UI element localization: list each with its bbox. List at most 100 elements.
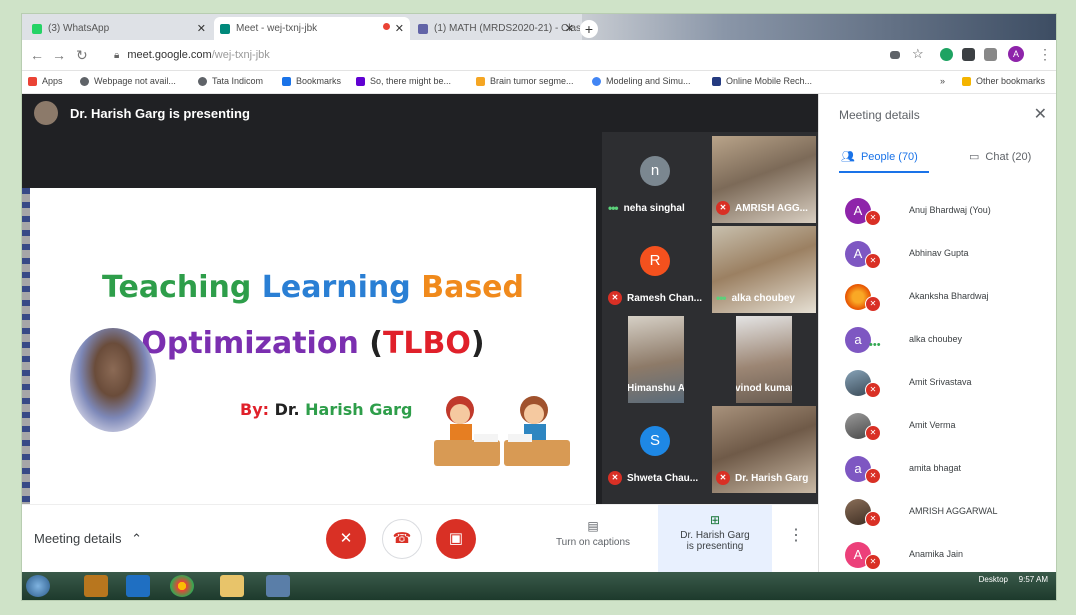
participant-tiles: n ••• neha singhal ✕ AMRISH AGG... R ✕ Rame… bbox=[602, 132, 818, 504]
reload-icon[interactable]: ↻ bbox=[76, 47, 88, 64]
tab-chat[interactable]: ▭ Chat (20) bbox=[969, 150, 1031, 164]
mic-off-icon: ✕ bbox=[608, 291, 622, 305]
slide-author: By: Dr. Harish Garg bbox=[240, 400, 413, 419]
back-icon[interactable]: ← bbox=[30, 47, 44, 63]
participant-tile[interactable]: ✕ Dr. Harish Garg bbox=[712, 406, 816, 493]
mic-off-icon: ✕ bbox=[865, 296, 881, 312]
mic-off-icon: ✕ bbox=[865, 511, 881, 527]
google-icon bbox=[592, 76, 601, 86]
other-bookmarks[interactable]: Other bookmarks bbox=[962, 76, 1045, 86]
leave-call-button[interactable]: ☎ bbox=[382, 519, 422, 559]
kids-reading-illustration bbox=[434, 396, 570, 466]
mic-off-icon: ✕ bbox=[865, 468, 881, 484]
lock-icon: 🔒︎ bbox=[114, 49, 120, 61]
winrar-icon[interactable] bbox=[84, 575, 108, 597]
chrome-icon[interactable] bbox=[170, 575, 194, 597]
camera-icon[interactable] bbox=[890, 51, 900, 59]
mic-off-icon: ✕ bbox=[716, 471, 730, 485]
participant-tile[interactable]: ✕vinod kumar bbox=[736, 316, 792, 403]
participant-tile[interactable]: ••• alka choubey bbox=[712, 226, 816, 313]
tab-math-class[interactable]: (1) MATH (MRDS2020-21) - Clas ✕ bbox=[412, 17, 580, 40]
mic-off-icon: ✕ bbox=[865, 210, 881, 226]
list-item[interactable]: ✕ Amit Srivastava bbox=[845, 366, 1055, 402]
list-item[interactable]: ✕ Akanksha Bhardwaj bbox=[845, 280, 1055, 316]
camera-toggle-button[interactable]: ▣ bbox=[436, 519, 476, 559]
bookmark-item[interactable]: Tata Indicom bbox=[198, 76, 263, 86]
participant-tile[interactable]: ✕Himanshu Ag... bbox=[628, 316, 684, 403]
bookmark-item[interactable]: Bookmarks bbox=[282, 76, 341, 86]
mic-off-icon: ✕ bbox=[865, 253, 881, 269]
slide-title-line1: Teaching Learning Based bbox=[102, 270, 524, 305]
list-item[interactable]: ✕ Amit Verma bbox=[845, 409, 1055, 445]
participant-tile[interactable]: R ✕ Ramesh Chan... bbox=[604, 226, 708, 313]
participant-avatar: S bbox=[640, 426, 670, 456]
globe-icon bbox=[198, 76, 207, 86]
paypal-icon bbox=[712, 76, 721, 86]
page-icon bbox=[476, 76, 485, 86]
tab-people[interactable]: 👥︎ People (70) bbox=[841, 150, 918, 164]
camera-off-icon: ▣ bbox=[448, 530, 464, 547]
list-item[interactable]: A ✕ Anuj Bhardwaj (You) bbox=[845, 194, 1055, 230]
presenter-photo bbox=[70, 328, 156, 432]
mic-toggle-button[interactable]: ✕ bbox=[326, 519, 366, 559]
list-item[interactable]: a ••• alka choubey bbox=[845, 323, 1055, 359]
list-item[interactable]: A ✕ Abhinav Gupta bbox=[845, 237, 1055, 273]
captions-button[interactable]: ▤ Turn on captions bbox=[550, 513, 636, 548]
extension-icon[interactable] bbox=[940, 48, 953, 61]
bookmark-item[interactable]: Online Mobile Rech... bbox=[712, 76, 812, 86]
list-item[interactable]: A ✕ Anamika Jain bbox=[845, 538, 1055, 574]
puzzle-icon[interactable] bbox=[962, 48, 975, 61]
presenter-avatar bbox=[34, 101, 58, 125]
app-icon[interactable] bbox=[266, 575, 290, 597]
mic-off-icon: ✕ bbox=[865, 382, 881, 398]
profile-avatar[interactable]: A bbox=[1008, 46, 1024, 62]
forward-icon[interactable]: → bbox=[52, 47, 66, 63]
extension-icon[interactable] bbox=[984, 48, 997, 61]
captions-icon: ▤ bbox=[587, 519, 599, 533]
meet-stage: Dr. Harish Garg is presenting Teaching L… bbox=[22, 94, 818, 504]
mic-off-icon: ✕ bbox=[716, 201, 730, 215]
bookmark-apps[interactable]: Apps bbox=[28, 76, 63, 86]
bookmark-item[interactable]: Brain tumor segme... bbox=[476, 76, 574, 86]
folder-icon bbox=[962, 76, 971, 86]
participant-avatar: R bbox=[640, 246, 670, 276]
clock: 9:57 AM bbox=[1018, 575, 1048, 584]
menu-icon[interactable]: ⋮ bbox=[1038, 46, 1052, 63]
participant-tile[interactable]: ✕ AMRISH AGG... bbox=[712, 136, 816, 223]
tab-meet[interactable]: Meet - wej-txnj-jbk ✕ bbox=[214, 17, 410, 40]
close-tab-icon[interactable]: ✕ bbox=[565, 22, 574, 35]
url-field[interactable]: 🔒︎ meet.google.com/wej-txnj-jbk bbox=[114, 44, 874, 66]
bookmarks-overflow[interactable]: » bbox=[940, 76, 945, 86]
meeting-details-panel: Meeting details ✕ 👥︎ People (70) ▭ Chat … bbox=[818, 94, 1056, 572]
start-button-icon[interactable] bbox=[26, 575, 50, 597]
mic-off-icon: ✕ bbox=[608, 471, 622, 485]
star-icon[interactable]: ☆ bbox=[912, 46, 924, 62]
close-icon[interactable]: ✕ bbox=[1034, 104, 1047, 124]
star-icon bbox=[282, 76, 291, 86]
close-tab-icon[interactable]: ✕ bbox=[395, 22, 404, 35]
bookmark-item[interactable]: Modeling and Simu... bbox=[592, 76, 691, 86]
list-item[interactable]: a ✕ amita bhagat bbox=[845, 452, 1055, 488]
bookmark-item[interactable]: Webpage not avail... bbox=[80, 76, 176, 86]
chevron-up-icon: ⌃ bbox=[131, 531, 142, 546]
more-options-icon[interactable]: ⋮ bbox=[788, 525, 804, 545]
mic-off-icon: ✕ bbox=[339, 530, 353, 547]
internet-explorer-icon[interactable] bbox=[126, 575, 150, 597]
speaking-indicator-icon: ••• bbox=[869, 339, 881, 351]
bookmark-item[interactable]: So, there might be... bbox=[356, 76, 451, 86]
file-explorer-icon[interactable] bbox=[220, 575, 244, 597]
windows-taskbar: Desktop 9:57 AM bbox=[22, 572, 1056, 600]
presentation-slide: Teaching Learning Based Optimization (TL… bbox=[30, 188, 596, 504]
address-bar-row: ← → ↻ 🔒︎ meet.google.com/wej-txnj-jbk ☆ … bbox=[22, 40, 1056, 71]
list-item[interactable]: ✕ AMRISH AGGARWAL bbox=[845, 495, 1055, 531]
close-tab-icon[interactable]: ✕ bbox=[197, 22, 206, 35]
tab-whatsapp[interactable]: (3) WhatsApp ✕ bbox=[26, 17, 212, 40]
new-tab-button[interactable]: + bbox=[580, 20, 598, 38]
participant-tile[interactable]: n ••• neha singhal bbox=[604, 136, 708, 223]
system-tray: Desktop 9:57 AM bbox=[978, 575, 1048, 584]
meeting-details-toggle[interactable]: Meeting details ⌃ bbox=[34, 531, 142, 547]
presenting-button[interactable]: ⊞ Dr. Harish Garg is presenting bbox=[658, 505, 772, 573]
meet-icon bbox=[220, 23, 230, 34]
participant-tile[interactable]: S ✕ Shweta Chau... bbox=[604, 406, 708, 493]
whatsapp-icon bbox=[32, 23, 42, 34]
